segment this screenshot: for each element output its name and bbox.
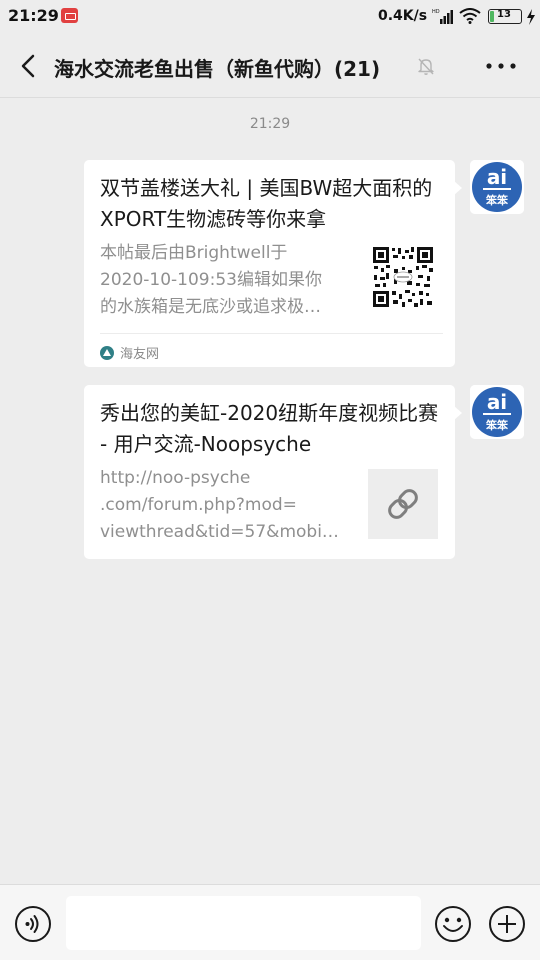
avatar[interactable]: ai 笨笨: [470, 385, 524, 439]
status-bar: 21:29 0.4K/s HD 13: [0, 0, 540, 34]
source-name: 海友网: [120, 347, 160, 362]
link-card-message[interactable]: 双节盖楼送大礼 | 美国BW超大面积的XPORT生物滤砖等你来拿 本帖最后由Br…: [84, 160, 462, 367]
battery-level: 13: [497, 9, 511, 20]
battery-icon: 13: [488, 9, 522, 24]
site-logo-icon: [100, 346, 114, 360]
wifi-icon: [459, 8, 481, 24]
chat-title: 海水交流老鱼出售（新鱼代购）(21): [54, 57, 381, 81]
card-description-line: 的水族箱是无底沙或追求极…: [100, 297, 321, 317]
svg-text:笨笨: 笨笨: [486, 193, 509, 207]
back-icon[interactable]: [14, 50, 44, 82]
charging-icon: [527, 9, 535, 25]
bubble-tail: [454, 181, 462, 195]
svg-text:ai: ai: [487, 390, 507, 414]
card-source: 海友网: [100, 343, 159, 362]
mute-icon: [418, 58, 434, 75]
notification-app-icon: [61, 8, 78, 23]
plus-icon[interactable]: [488, 905, 526, 943]
link-card-message[interactable]: 秀出您的美缸-2020纽斯年度视频比赛 - 用户交流-Noopsyche htt…: [84, 385, 462, 559]
card-description-line: 2020-10-109:53编辑如果你: [100, 270, 322, 290]
card-description-line: 本帖最后由Brightwell于: [100, 243, 288, 263]
voice-icon[interactable]: [14, 905, 52, 943]
svg-text:笨笨: 笨笨: [486, 418, 509, 432]
card-description-line: .com/forum.php?mod=: [100, 495, 297, 515]
status-time: 21:29: [8, 6, 59, 25]
card-divider: [100, 333, 443, 334]
message-timestamp: 21:29: [249, 116, 291, 132]
avatar[interactable]: ai 笨笨: [470, 160, 524, 214]
link-icon: [388, 489, 418, 519]
card-description: http://noo-psyche .com/forum.php?mod= vi…: [100, 465, 355, 546]
card-title: 双节盖楼送大礼 | 美国BW超大面积的XPORT生物滤砖等你来拿: [100, 176, 433, 231]
card-description-line: http://noo-psyche: [100, 468, 251, 488]
card-title: 秀出您的美缸-2020纽斯年度视频比赛 - 用户交流-Noopsyche: [100, 401, 439, 456]
signal-icon: HD: [432, 9, 453, 24]
svg-text:ai: ai: [487, 165, 507, 189]
network-speed: 0.4K/s: [378, 8, 428, 24]
bubble-tail: [454, 406, 462, 420]
message-input[interactable]: [66, 896, 421, 950]
emoji-icon[interactable]: [434, 905, 472, 943]
link-thumbnail: [368, 469, 438, 539]
more-icon[interactable]: [484, 56, 518, 76]
card-description-line: viewthread&tid=57&mobi…: [100, 522, 339, 542]
svg-text:HD: HD: [432, 9, 440, 15]
card-description: 本帖最后由Brightwell于 2020-10-109:53编辑如果你 的水族…: [100, 240, 350, 321]
input-bar: [0, 884, 540, 960]
qr-code-thumbnail: [372, 246, 434, 308]
chat-header: 海水交流老鱼出售（新鱼代购）(21): [0, 34, 540, 98]
chat-area[interactable]: 21:29 双节盖楼送大礼 | 美国BW超大面积的XPORT生物滤砖等你来拿 本…: [0, 98, 540, 884]
